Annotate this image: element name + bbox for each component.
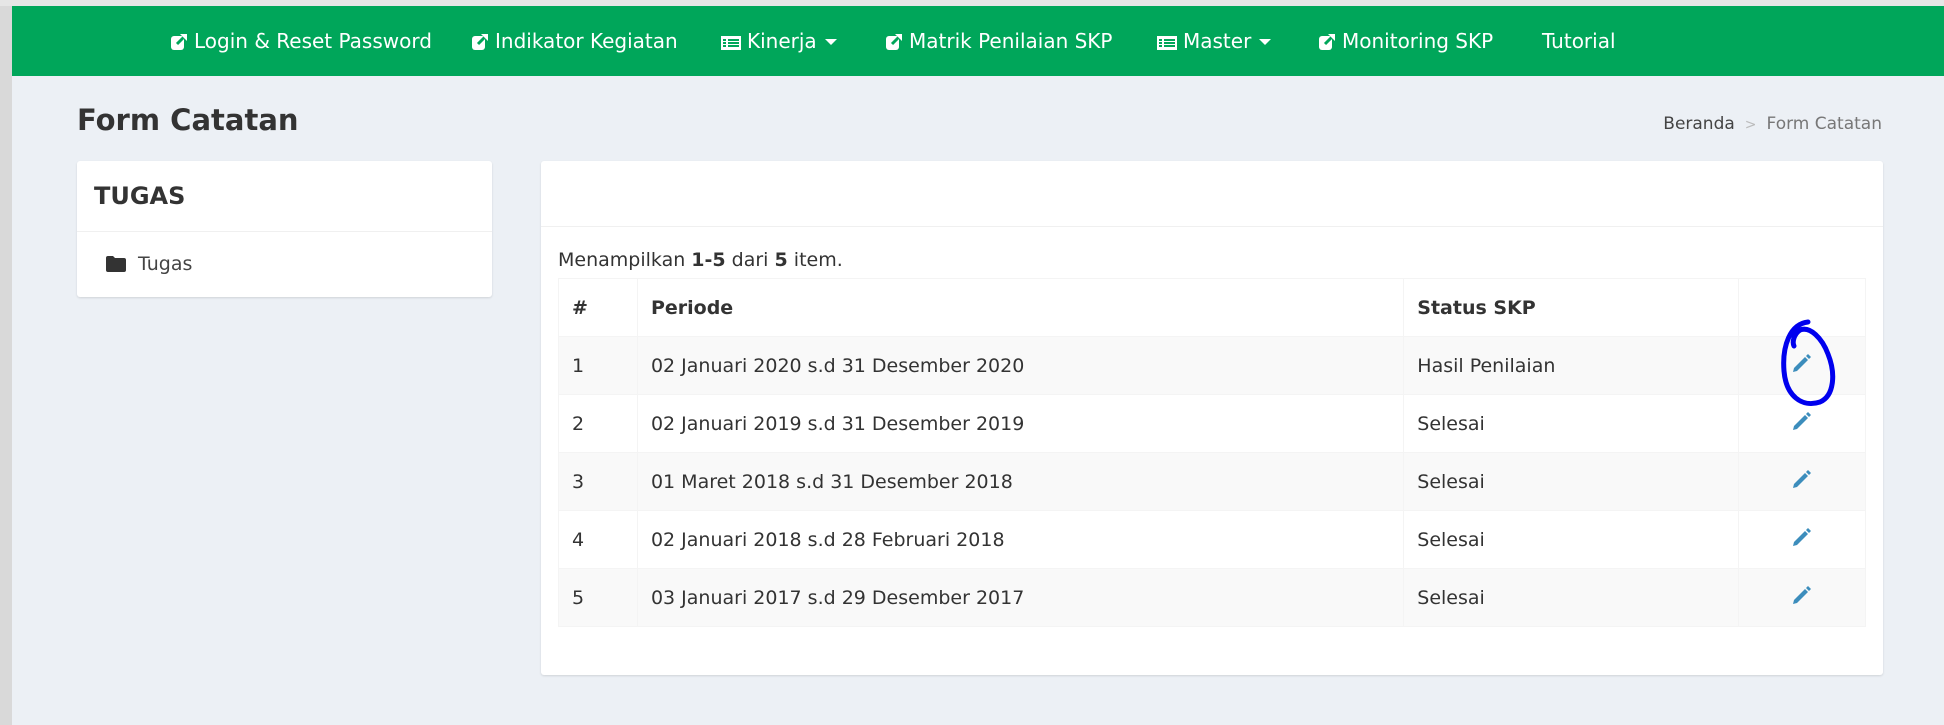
nav-label: Login & Reset Password xyxy=(194,29,432,53)
nav-login-reset-password[interactable]: Login & Reset Password xyxy=(170,6,432,76)
cell-periode: 01 Maret 2018 s.d 31 Desember 2018 xyxy=(636,452,1405,511)
table-row: 2 02 Januari 2019 s.d 31 Desember 2019 S… xyxy=(558,394,1866,453)
summary-total: 5 xyxy=(774,249,788,271)
cell-periode: 03 Januari 2017 s.d 29 Desember 2017 xyxy=(636,568,1405,627)
cell-num: 2 xyxy=(558,394,638,453)
cell-action xyxy=(1738,394,1866,453)
breadcrumb-separator: > xyxy=(1744,117,1757,133)
cell-status: Selesai xyxy=(1403,452,1740,511)
catatan-table-box: Menampilkan 1-5 dari 5 item. # Periode S… xyxy=(541,161,1883,675)
cell-action xyxy=(1738,336,1866,395)
page-title: Form Catatan xyxy=(77,103,299,137)
external-link-icon xyxy=(1319,34,1335,50)
pencil-icon xyxy=(1793,412,1812,430)
cell-status: Hasil Penilaian xyxy=(1403,336,1740,395)
edit-button[interactable] xyxy=(1790,525,1814,554)
edit-button[interactable] xyxy=(1790,583,1814,612)
breadcrumb-current: Form Catatan xyxy=(1766,114,1882,134)
edit-button[interactable] xyxy=(1790,467,1814,496)
tugas-sidebar-box: TUGAS Tugas xyxy=(77,161,492,297)
nav-matrik-penilaian-skp[interactable]: Matrik Penilaian SKP xyxy=(885,6,1113,76)
cell-status: Selesai xyxy=(1403,568,1740,627)
caret-down-icon xyxy=(1259,39,1272,45)
summary-prefix: Menampilkan xyxy=(558,249,686,271)
table-summary: Menampilkan 1-5 dari 5 item. xyxy=(558,249,843,271)
list-icon xyxy=(1157,36,1177,50)
cell-num: 1 xyxy=(558,336,638,395)
cell-num: 5 xyxy=(558,568,638,627)
table-row: 4 02 Januari 2018 s.d 28 Februari 2018 S… xyxy=(558,510,1866,569)
cell-action xyxy=(1738,510,1866,569)
cell-status: Selesai xyxy=(1403,510,1740,569)
pencil-icon xyxy=(1793,470,1812,488)
cell-periode: 02 Januari 2020 s.d 31 Desember 2020 xyxy=(636,336,1405,395)
sidebar-item-tugas[interactable]: Tugas xyxy=(77,232,492,297)
list-icon xyxy=(721,36,741,50)
header-periode[interactable]: Periode xyxy=(636,278,1405,337)
summary-suffix: item. xyxy=(793,249,843,271)
edit-button[interactable] xyxy=(1790,409,1814,438)
cell-num: 4 xyxy=(558,510,638,569)
table-row: 1 02 Januari 2020 s.d 31 Desember 2020 H… xyxy=(558,336,1866,395)
nav-indikator-kegiatan[interactable]: Indikator Kegiatan xyxy=(471,6,678,76)
nav-label: Kinerja xyxy=(747,29,817,53)
nav-label: Master xyxy=(1183,29,1252,53)
pencil-icon xyxy=(1793,586,1812,604)
external-link-icon xyxy=(886,34,902,50)
nav-label: Indikator Kegiatan xyxy=(495,29,678,53)
edit-button[interactable] xyxy=(1790,351,1814,380)
breadcrumb-home-link[interactable]: Beranda xyxy=(1663,114,1735,134)
cell-periode: 02 Januari 2019 s.d 31 Desember 2019 xyxy=(636,394,1405,453)
pencil-icon xyxy=(1793,528,1812,546)
skp-table: # Periode Status SKP 1 02 Januari 2020 s… xyxy=(558,278,1866,627)
breadcrumb: Beranda > Form Catatan xyxy=(1663,114,1882,134)
external-link-icon xyxy=(171,34,187,50)
header-num[interactable]: # xyxy=(558,278,638,337)
box-header xyxy=(541,161,1883,227)
summary-mid: dari xyxy=(731,249,769,271)
nav-label: Monitoring SKP xyxy=(1342,29,1494,53)
summary-range: 1-5 xyxy=(691,249,726,271)
header-status-skp[interactable]: Status SKP xyxy=(1403,278,1740,337)
sidebar-title: TUGAS xyxy=(77,161,492,232)
header-action xyxy=(1738,278,1866,337)
cell-status: Selesai xyxy=(1403,394,1740,453)
table-row: 3 01 Maret 2018 s.d 31 Desember 2018 Sel… xyxy=(558,452,1866,511)
cell-num: 3 xyxy=(558,452,638,511)
folder-icon xyxy=(106,256,126,272)
sidebar-item-label: Tugas xyxy=(138,253,193,275)
top-navbar: Login & Reset Password Indikator Kegiata… xyxy=(12,6,1944,76)
nav-label: Matrik Penilaian SKP xyxy=(909,29,1113,53)
external-link-icon xyxy=(472,34,488,50)
nav-master-dropdown[interactable]: Master xyxy=(1157,6,1272,76)
table-header-row: # Periode Status SKP xyxy=(558,278,1866,337)
nav-monitoring-skp[interactable]: Monitoring SKP xyxy=(1318,6,1493,76)
cell-periode: 02 Januari 2018 s.d 28 Februari 2018 xyxy=(636,510,1405,569)
cell-action xyxy=(1738,452,1866,511)
cell-action xyxy=(1738,568,1866,627)
nav-tutorial[interactable]: Tutorial xyxy=(1542,6,1616,76)
caret-down-icon xyxy=(824,39,837,45)
nav-kinerja-dropdown[interactable]: Kinerja xyxy=(721,6,837,76)
table-row: 5 03 Januari 2017 s.d 29 Desember 2017 S… xyxy=(558,568,1866,627)
nav-label: Tutorial xyxy=(1542,29,1616,53)
pencil-icon xyxy=(1793,354,1812,372)
